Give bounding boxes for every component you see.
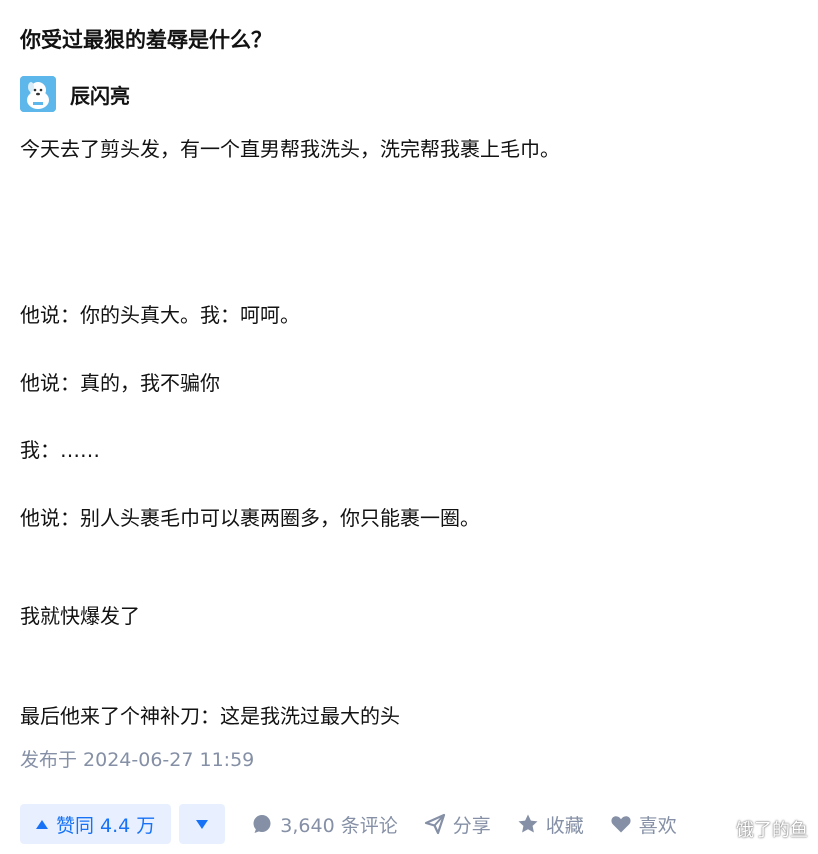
collect-button[interactable]: 收藏 (517, 811, 584, 838)
heart-icon (610, 813, 632, 835)
paper-plane-icon (424, 813, 446, 835)
comments-label: 3,640 条评论 (280, 814, 398, 837)
question-title[interactable]: 你受过最狠的羞辱是什么？ (20, 24, 272, 56)
author-info: 辰闪亮 (20, 76, 130, 112)
avatar[interactable] (20, 76, 56, 112)
answer-paragraph: 他说：别人头裹毛巾可以裹两圈多，你只能裹一圈。 (20, 506, 480, 530)
answer-paragraph: 他说：你的头真大。我：呵呵。 (20, 303, 300, 327)
comment-bubble-icon (251, 813, 273, 835)
upvote-triangle-icon (36, 819, 48, 829)
publish-time[interactable]: 发布于 2024-06-27 11:59 (20, 745, 254, 775)
avatar-dog-icon (20, 76, 56, 112)
author-name[interactable]: 辰闪亮 (70, 80, 130, 109)
downvote-triangle-icon (196, 819, 209, 829)
action-bar: 赞同 4.4 万 3,640 条评论 分享 收藏 喜欢 (20, 804, 677, 844)
upvote-label: 赞同 4.4 万 (56, 814, 156, 837)
comments-button[interactable]: 3,640 条评论 (251, 811, 398, 838)
answer-paragraph: 我就快爆发了 (20, 604, 140, 628)
upvote-button[interactable]: 赞同 4.4 万 (20, 804, 172, 844)
star-icon (517, 813, 539, 835)
like-button[interactable]: 喜欢 (610, 811, 677, 838)
share-label: 分享 (452, 814, 491, 837)
watermark: 饿了的鱼 (736, 820, 808, 841)
answer-paragraph: 最后他来了个神补刀：这是我洗过最大的头 (20, 704, 400, 728)
answer-paragraph: 他说：真的，我不骗你 (20, 371, 220, 395)
answer-paragraph: 我：…… (20, 438, 100, 462)
collect-label: 收藏 (545, 814, 584, 837)
downvote-button[interactable] (179, 804, 226, 844)
like-label: 喜欢 (638, 814, 677, 837)
share-button[interactable]: 分享 (424, 811, 491, 838)
answer-paragraph: 今天去了剪头发，有一个直男帮我洗头，洗完帮我裹上毛巾。 (20, 137, 560, 161)
